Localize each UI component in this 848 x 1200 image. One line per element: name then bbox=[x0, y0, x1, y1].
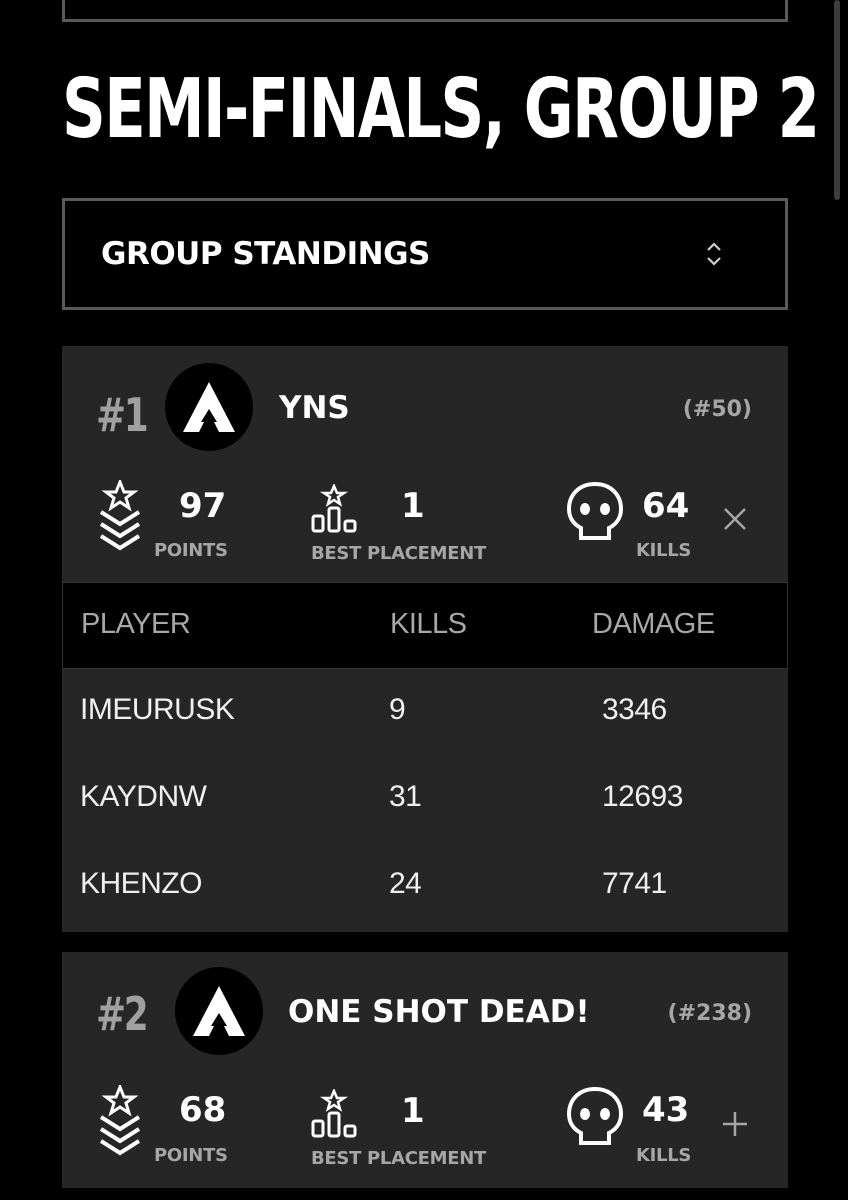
dropdown-label: GROUP STANDINGS bbox=[101, 236, 430, 272]
kills-label: KILLS bbox=[636, 540, 692, 561]
best-placement-label: BEST PLACEMENT bbox=[311, 1148, 486, 1169]
player-name: KHENZO bbox=[80, 867, 203, 900]
player-kills: 31 bbox=[389, 780, 422, 813]
apex-logo-icon bbox=[193, 986, 245, 1036]
apex-logo-icon bbox=[183, 382, 235, 432]
player-damage: 7741 bbox=[602, 867, 667, 900]
team-rank: #2 bbox=[96, 987, 149, 1041]
points-label: POINTS bbox=[154, 540, 228, 561]
column-header-kills: KILLS bbox=[390, 608, 467, 640]
points-label: POINTS bbox=[154, 1145, 228, 1166]
team-seed: (#238) bbox=[667, 1001, 752, 1026]
team-seed: (#50) bbox=[682, 397, 752, 422]
kills-value: 43 bbox=[642, 1090, 690, 1130]
previous-section-box bbox=[62, 0, 788, 22]
skull-icon bbox=[566, 481, 624, 540]
player-kills: 24 bbox=[389, 867, 422, 900]
rank-chevron-icon bbox=[99, 1085, 141, 1156]
team-logo bbox=[165, 363, 253, 451]
table-row: KHENZO 24 7741 bbox=[62, 843, 788, 929]
best-placement-label: BEST PLACEMENT bbox=[311, 543, 486, 564]
page-title: SEMI-FINALS, GROUP 2 bbox=[62, 60, 820, 157]
kills-label: KILLS bbox=[636, 1145, 692, 1166]
team-card: #2 ONE SHOT DEAD! (#238) 68 POINTS 1 BES… bbox=[62, 952, 788, 1188]
player-name: KAYDNW bbox=[80, 780, 207, 813]
column-header-damage: DAMAGE bbox=[592, 608, 715, 640]
player-damage: 12693 bbox=[602, 780, 683, 813]
skull-icon bbox=[566, 1086, 624, 1145]
plus-icon[interactable] bbox=[720, 1109, 750, 1139]
podium-icon bbox=[311, 484, 357, 533]
group-standings-dropdown[interactable]: GROUP STANDINGS bbox=[62, 198, 788, 310]
chevron-up-down-icon bbox=[707, 242, 721, 266]
rank-chevron-icon bbox=[99, 480, 141, 551]
player-kills: 9 bbox=[389, 693, 406, 726]
team-rank: #1 bbox=[96, 388, 149, 442]
points-value: 68 bbox=[179, 1090, 227, 1130]
team-name: ONE SHOT DEAD! bbox=[288, 994, 590, 1030]
kills-value: 64 bbox=[642, 486, 690, 526]
column-header-player: PLAYER bbox=[81, 608, 191, 640]
team-card: #1 YNS (#50) 97 POINTS 1 BEST PLACEMENT … bbox=[62, 346, 788, 932]
player-damage: 3346 bbox=[602, 693, 667, 726]
team-name: YNS bbox=[279, 390, 350, 426]
podium-icon bbox=[311, 1089, 357, 1138]
points-value: 97 bbox=[179, 486, 227, 526]
best-placement-value: 1 bbox=[401, 1091, 425, 1131]
table-row: IMEURUSK 9 3346 bbox=[62, 669, 788, 755]
scrollbar[interactable] bbox=[834, 0, 840, 200]
table-row: KAYDNW 31 12693 bbox=[62, 756, 788, 842]
players-table-header: PLAYER KILLS DAMAGE bbox=[62, 582, 788, 669]
team-logo bbox=[175, 967, 263, 1055]
best-placement-value: 1 bbox=[401, 486, 425, 526]
close-icon[interactable] bbox=[720, 504, 750, 534]
player-name: IMEURUSK bbox=[80, 693, 235, 726]
